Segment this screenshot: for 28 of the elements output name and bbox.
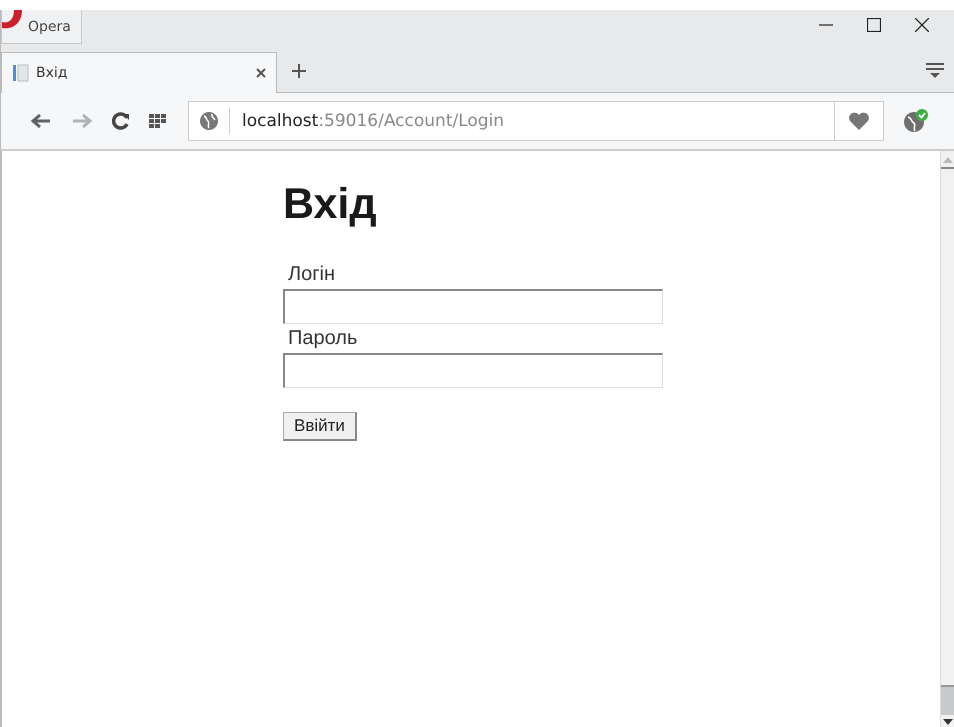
tab-menu-icon[interactable] xyxy=(925,62,945,80)
scrollbar[interactable] xyxy=(940,151,954,727)
input-field[interactable] xyxy=(283,353,663,388)
new-tab-icon[interactable] xyxy=(291,63,307,79)
vpn-status-icon[interactable] xyxy=(903,109,929,133)
browser-tab[interactable]: Вхід xyxy=(1,52,277,93)
page-heading: Вхід xyxy=(283,181,377,228)
scroll-thumb[interactable] xyxy=(941,685,954,715)
speed-dial-icon[interactable] xyxy=(149,114,167,128)
heart-icon xyxy=(848,112,870,130)
menu-button[interactable]: Opera xyxy=(1,10,82,44)
close-icon[interactable] xyxy=(915,18,929,32)
back-icon[interactable] xyxy=(30,113,52,129)
input-field[interactable] xyxy=(283,289,663,324)
field-label: Пароль xyxy=(288,326,358,350)
address-bar[interactable]: localhost:59016/Account/Login xyxy=(188,101,884,141)
tab-title: Вхід xyxy=(36,65,68,81)
login-button[interactable]: Ввійти xyxy=(283,412,357,442)
page-icon xyxy=(12,64,30,82)
scroll-down-icon[interactable] xyxy=(942,719,952,725)
reload-icon[interactable] xyxy=(112,112,130,130)
field-label: Логін xyxy=(288,262,336,286)
globe-icon xyxy=(199,111,219,131)
maximize-icon[interactable] xyxy=(867,18,881,32)
url-path: :59016/Account/Login xyxy=(318,111,504,131)
logo-icon xyxy=(2,10,24,30)
close-tab-icon[interactable] xyxy=(256,68,266,78)
url-host: localhost xyxy=(242,111,318,131)
